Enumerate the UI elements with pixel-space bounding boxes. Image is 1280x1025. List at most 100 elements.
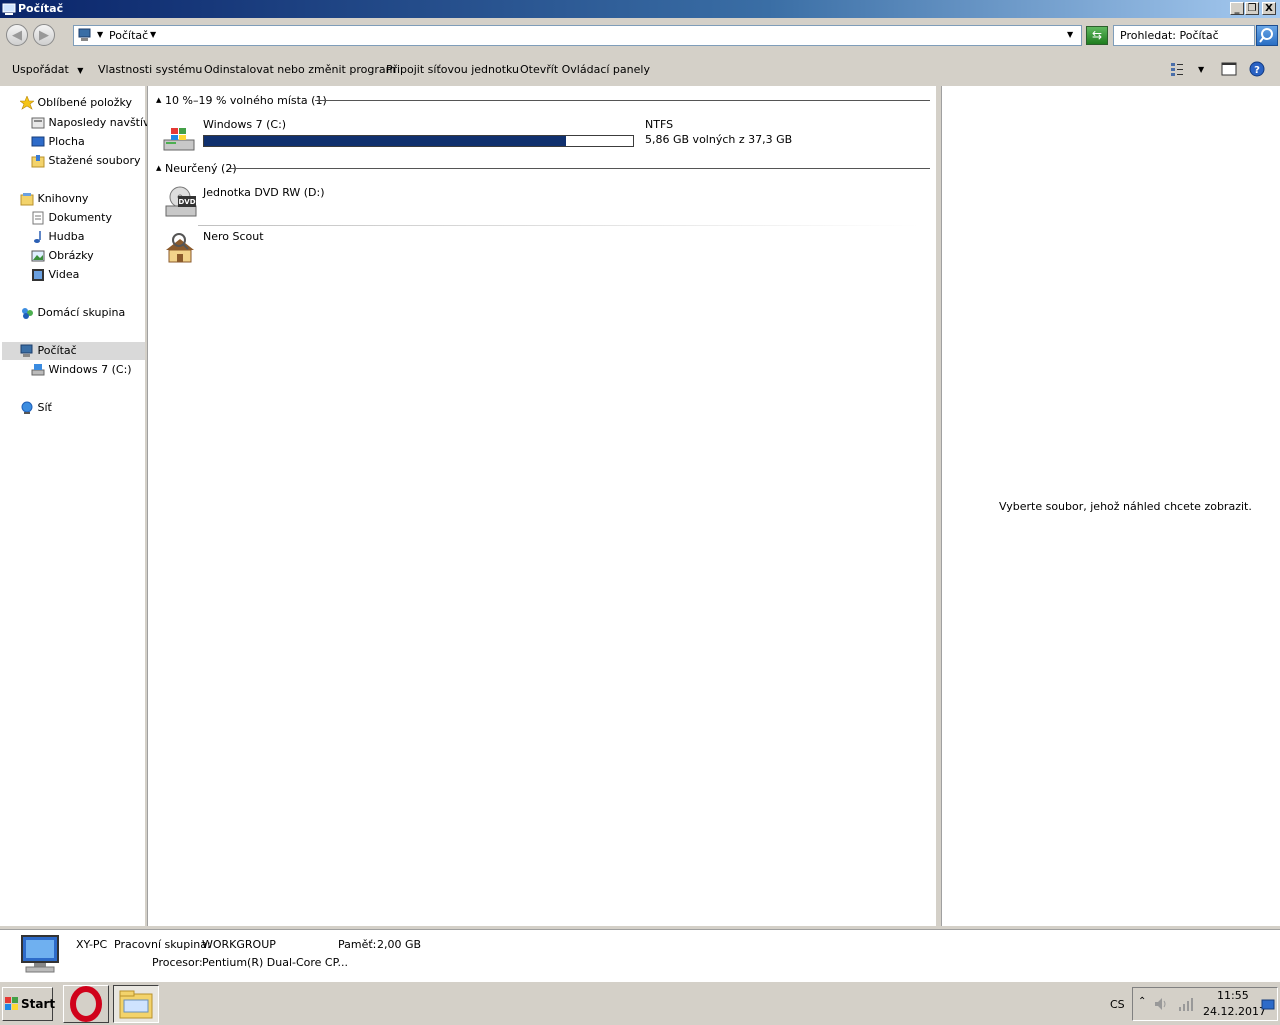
drive-c-item[interactable]: Windows 7 (C:) bbox=[198, 118, 638, 152]
dvd-badge: DVD bbox=[178, 198, 195, 206]
breadcrumb-location[interactable]: Počítač bbox=[109, 29, 148, 42]
volume-icon[interactable] bbox=[1153, 996, 1169, 1015]
sidebar-item-recent[interactable]: Naposledy navštíve bbox=[31, 116, 156, 130]
sidebar-item-videos[interactable]: Videa bbox=[31, 268, 79, 282]
drive-c-name: Windows 7 (C:) bbox=[203, 118, 287, 131]
group-header-free-space[interactable]: 10 %–19 % volného místa (1) bbox=[165, 94, 327, 107]
music-icon bbox=[31, 230, 45, 244]
nero-scout-item[interactable]: Nero Scout bbox=[203, 230, 264, 243]
view-options-icon[interactable] bbox=[1170, 62, 1184, 79]
view-dropdown-icon[interactable]: ▼ bbox=[1198, 65, 1204, 74]
svg-text:?: ? bbox=[1254, 65, 1260, 76]
minimize-button[interactable]: _ bbox=[1230, 2, 1244, 15]
sidebar-item-documents[interactable]: Dokumenty bbox=[31, 211, 112, 225]
workgroup-value: WORKGROUP bbox=[202, 938, 276, 951]
sidebar-item-drive-c[interactable]: Windows 7 (C:) bbox=[31, 363, 132, 377]
nero-scout-icon bbox=[163, 230, 197, 267]
preview-pane: Vyberte soubor, jehož náhled chcete zobr… bbox=[941, 86, 1280, 926]
breadcrumb-chevron-icon[interactable]: ▼ bbox=[97, 30, 103, 39]
hard-drive-icon bbox=[31, 363, 45, 377]
map-drive-button[interactable]: Připojit síťovou jednotku bbox=[386, 63, 519, 76]
memory-value: 2,00 GB bbox=[377, 938, 422, 951]
search-icon bbox=[1259, 28, 1273, 43]
details-pane: XY-PC Pracovní skupina: WORKGROUP Paměť:… bbox=[0, 929, 1280, 981]
search-button[interactable] bbox=[1256, 25, 1278, 46]
sidebar-item-network[interactable]: Síť bbox=[20, 401, 52, 415]
sidebar-item-label: Knihovny bbox=[37, 192, 89, 205]
close-button[interactable]: X bbox=[1262, 2, 1276, 15]
maximize-button[interactable]: ❐ bbox=[1245, 2, 1259, 15]
pc-name: XY-PC bbox=[76, 938, 108, 951]
show-desktop-icon[interactable] bbox=[1261, 998, 1275, 1015]
sidebar-item-desktop[interactable]: Plocha bbox=[31, 135, 85, 149]
forward-button[interactable]: ▶ bbox=[33, 24, 55, 46]
control-panel-button[interactable]: Otevřít Ovládací panely bbox=[520, 63, 650, 76]
drive-c-free-space: 5,86 GB volných z 37,3 GB bbox=[645, 133, 793, 146]
desktop-icon bbox=[31, 135, 45, 149]
taskbar-explorer[interactable] bbox=[113, 985, 159, 1023]
sidebar-item-label: Videa bbox=[48, 268, 80, 281]
address-row: ◀ ▶ ▼ Počítač ▼ ▼ ⇆ Prohledat: Počítač bbox=[0, 18, 1280, 54]
refresh-button[interactable]: ⇆ bbox=[1086, 26, 1108, 45]
sidebar-item-music[interactable]: Hudba bbox=[31, 230, 84, 244]
sidebar-item-label: Stažené soubory bbox=[48, 154, 141, 167]
computer-icon bbox=[20, 344, 34, 358]
content-pane: ▲ 10 %–19 % volného místa (1) Windows 7 … bbox=[147, 86, 937, 926]
sidebar-item-label: Naposledy navštíve bbox=[48, 116, 157, 129]
item-separator bbox=[198, 225, 920, 226]
sidebar-item-label: Plocha bbox=[48, 135, 85, 148]
sidebar-item-label: Hudba bbox=[48, 230, 85, 243]
homegroup-icon bbox=[20, 306, 34, 320]
opera-icon bbox=[70, 986, 102, 1022]
downloads-folder-icon bbox=[31, 154, 45, 168]
clock-date[interactable]: 24.12.2017 bbox=[1203, 1005, 1266, 1018]
computer-icon bbox=[78, 28, 92, 45]
drive-c-usage-fill bbox=[204, 136, 566, 146]
show-hidden-icons-icon[interactable]: ⌃ bbox=[1138, 996, 1146, 1007]
network-signal-icon[interactable] bbox=[1178, 996, 1196, 1015]
preview-message: Vyberte soubor, jehož náhled chcete zobr… bbox=[999, 500, 1252, 513]
preview-pane-icon[interactable] bbox=[1221, 62, 1237, 79]
windows-logo-icon bbox=[5, 997, 19, 1014]
group-divider bbox=[315, 100, 930, 101]
computer-icon bbox=[2, 2, 16, 19]
clock-time[interactable]: 11:55 bbox=[1217, 989, 1249, 1002]
system-properties-button[interactable]: Vlastnosti systému bbox=[98, 63, 202, 76]
group-header-other[interactable]: Neurčený (2) bbox=[165, 162, 237, 175]
videos-icon bbox=[31, 268, 45, 282]
organize-button[interactable]: Uspořádat ▼ bbox=[12, 63, 83, 76]
processor-value: Pentium(R) Dual-Core CP... bbox=[202, 956, 349, 969]
collapse-group-icon[interactable]: ▲ bbox=[156, 164, 161, 172]
dvd-drive-icon: DVD bbox=[164, 186, 198, 223]
dvd-drive-item[interactable]: Jednotka DVD RW (D:) bbox=[203, 186, 325, 199]
computer-large-icon bbox=[18, 934, 64, 979]
uninstall-button[interactable]: Odinstalovat nebo změnit program bbox=[204, 63, 396, 76]
recent-places-icon bbox=[31, 116, 45, 130]
collapse-group-icon[interactable]: ▲ bbox=[156, 96, 161, 104]
sidebar-item-libraries[interactable]: Knihovny bbox=[20, 192, 88, 206]
system-tray: CS ⌃ 11:55 24.12.2017 bbox=[1110, 987, 1278, 1021]
breadcrumb-dropdown-icon[interactable]: ▼ bbox=[150, 30, 156, 39]
sidebar-item-favorites[interactable]: Oblíbené položky bbox=[19, 95, 132, 110]
chevron-down-icon: ▼ bbox=[77, 66, 84, 75]
memory-label: Paměť: bbox=[338, 938, 377, 951]
command-bar: Uspořádat ▼ Vlastnosti systému Odinstalo… bbox=[0, 55, 1280, 85]
title-bar[interactable]: Počítač _ ❐ X bbox=[0, 0, 1280, 18]
taskbar-opera[interactable] bbox=[63, 985, 109, 1023]
workgroup-label: Pracovní skupina: bbox=[114, 938, 211, 951]
network-icon bbox=[20, 401, 34, 415]
address-history-icon[interactable]: ▼ bbox=[1067, 30, 1073, 39]
sidebar-item-label: Síť bbox=[37, 401, 52, 414]
sidebar-item-pictures[interactable]: Obrázky bbox=[31, 249, 94, 263]
language-indicator[interactable]: CS bbox=[1110, 998, 1125, 1011]
star-icon bbox=[19, 95, 35, 110]
help-icon[interactable]: ? bbox=[1249, 61, 1265, 80]
sidebar-item-downloads[interactable]: Stažené soubory bbox=[31, 154, 141, 168]
sidebar-item-computer[interactable]: Počítač bbox=[20, 344, 77, 358]
start-button[interactable]: Start bbox=[2, 987, 55, 1021]
sidebar-item-label: Obrázky bbox=[48, 249, 94, 262]
search-input[interactable]: Prohledat: Počítač bbox=[1113, 25, 1255, 46]
back-button[interactable]: ◀ bbox=[6, 24, 28, 46]
address-bar[interactable]: ▼ Počítač ▼ ▼ bbox=[73, 25, 1082, 46]
sidebar-item-homegroup[interactable]: Domácí skupina bbox=[20, 306, 125, 320]
